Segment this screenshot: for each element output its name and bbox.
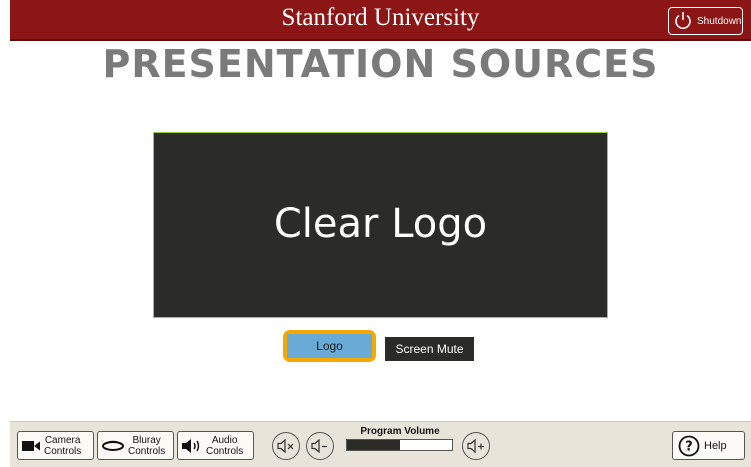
shutdown-label: Shutdown: [697, 15, 742, 27]
header-bar: Stanford University Shutdown: [10, 0, 751, 41]
help-label: Help: [704, 439, 727, 452]
program-volume-label: Program Volume: [360, 426, 440, 437]
footer-bar: Camera Controls Bluray Controls Audio Co…: [10, 421, 751, 467]
speaker-icon: [182, 438, 200, 453]
bluray-controls-button[interactable]: Bluray Controls: [97, 431, 174, 460]
camera-controls-button[interactable]: Camera Controls: [17, 431, 94, 460]
program-volume-slider[interactable]: [346, 439, 453, 451]
help-button[interactable]: ? Help: [672, 431, 745, 460]
source-display[interactable]: Clear Logo: [153, 132, 608, 318]
logo-button[interactable]: Logo: [283, 330, 376, 362]
logo-button-label: Logo: [287, 334, 372, 358]
screen-mute-button[interactable]: Screen Mute: [385, 337, 474, 361]
camera-label-line2: Controls: [44, 445, 82, 457]
volume-down-button[interactable]: [306, 432, 334, 460]
bluray-label-line1: Bluray: [132, 434, 161, 446]
header-title: Stanford University: [281, 4, 480, 31]
bluray-label-line2: Controls: [128, 445, 166, 457]
mute-button[interactable]: [272, 432, 300, 460]
audio-label-line1: Audio: [211, 434, 238, 446]
bluray-disc-icon: [102, 440, 124, 451]
power-icon: [675, 12, 691, 29]
mute-icon: [277, 439, 294, 453]
audio-label-line2: Controls: [206, 445, 244, 457]
volume-level-fill: [347, 440, 400, 450]
display-text: Clear Logo: [273, 201, 488, 247]
app-frame: Stanford University Shutdown PRESENTATIO…: [10, 0, 751, 467]
volume-up-button[interactable]: [462, 432, 490, 460]
volume-up-icon: [467, 439, 484, 453]
audio-controls-button[interactable]: Audio Controls: [177, 431, 254, 460]
svg-text:?: ?: [685, 439, 693, 454]
shutdown-button[interactable]: Shutdown: [668, 7, 743, 35]
camera-label-line1: Camera: [44, 434, 81, 446]
help-icon: ?: [678, 435, 700, 456]
volume-down-icon: [311, 439, 327, 453]
page-title: PRESENTATION SOURCES: [102, 42, 659, 86]
camera-icon: [22, 440, 40, 451]
